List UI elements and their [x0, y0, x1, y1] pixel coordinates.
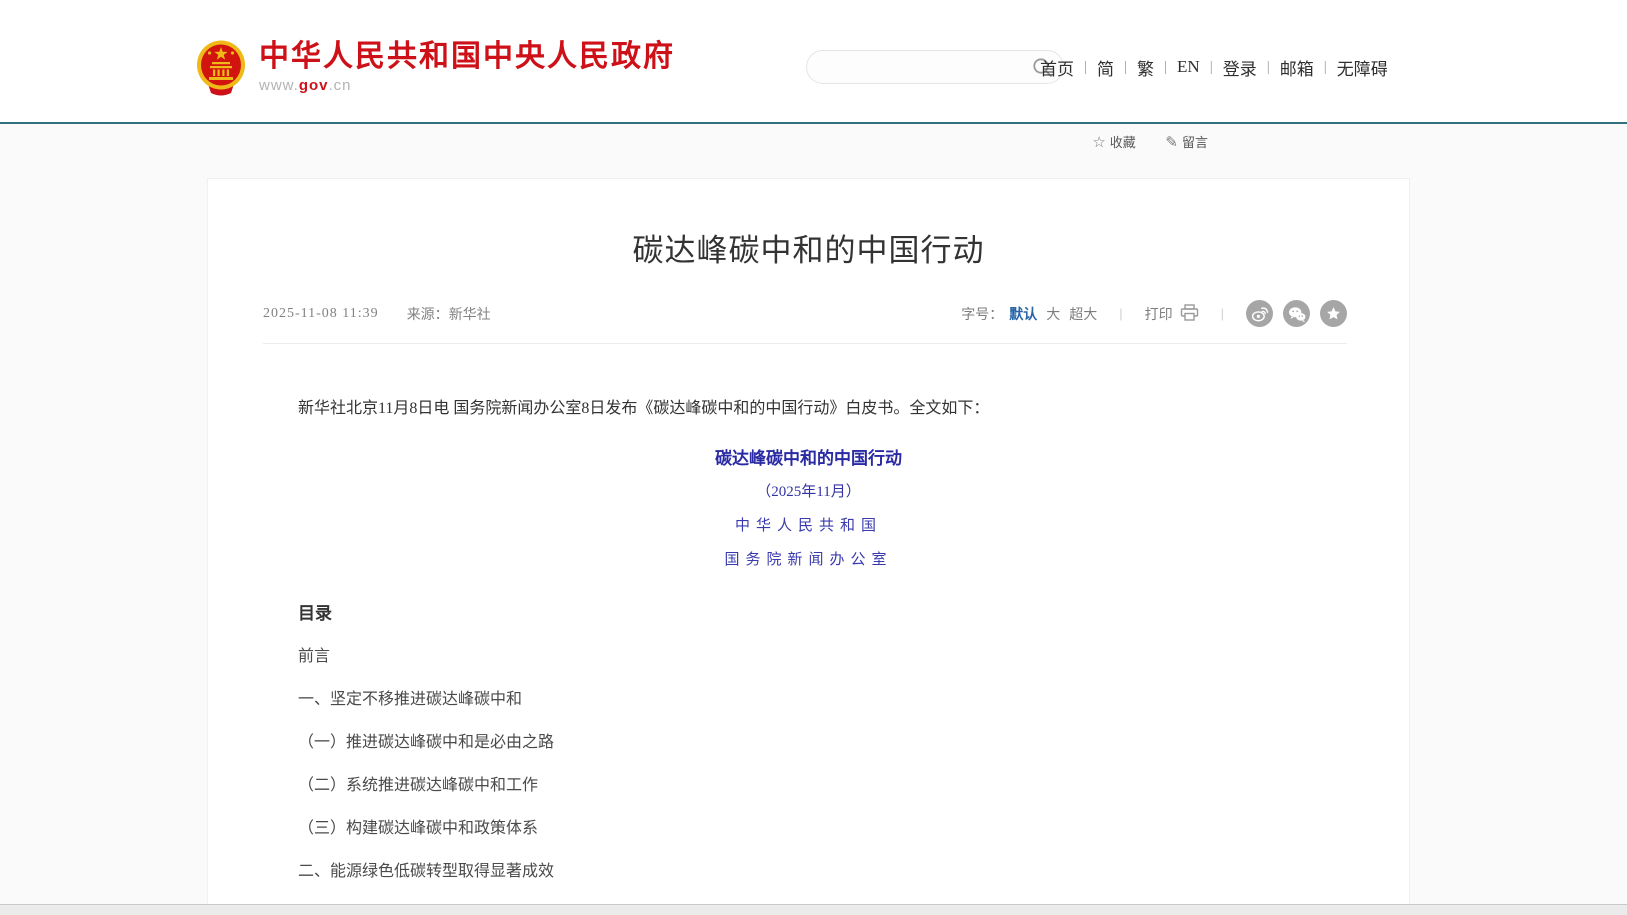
toc-title: 目录 [298, 599, 1319, 624]
nav-login[interactable]: 登录 [1223, 55, 1257, 80]
site-title: 中华人民共和国中央人民政府 [259, 40, 675, 74]
toc-item: （三）构建碳达峰碳中和政策体系 [298, 818, 1319, 839]
nav-separator: | [1164, 59, 1167, 76]
toc-item: 前言 [298, 646, 1319, 667]
tools-separator: | [1221, 306, 1224, 321]
nav-mail[interactable]: 邮箱 [1280, 55, 1314, 80]
national-emblem-icon [196, 40, 246, 101]
comment-button[interactable]: ✎留言 [1165, 135, 1208, 150]
publish-date: 2025-11-08 11:39 [263, 306, 379, 322]
article-tools: 字号： 默认 大 超大 | 打印 | [961, 300, 1347, 327]
star-outline-icon: ☆ [1092, 134, 1105, 151]
nav-separator: | [1124, 59, 1127, 76]
toc-item: 二、能源绿色低碳转型取得显著成效 [298, 861, 1319, 882]
toc-item: （一）推进碳达峰碳中和是必由之路 [298, 732, 1319, 753]
document-title: 碳达峰碳中和的中国行动 [298, 444, 1319, 469]
site-url: www.gov.cn [259, 77, 675, 94]
nav-simplified[interactable]: 简 [1097, 55, 1114, 80]
document-org-line2: 国务院新闻办公室 [298, 548, 1319, 569]
font-size-large-button[interactable]: 大 [1046, 304, 1060, 324]
viewport-bottom-strip [0, 904, 1627, 915]
printer-icon [1173, 304, 1199, 324]
weibo-share-icon[interactable] [1246, 300, 1273, 327]
nav-home[interactable]: 首页 [1040, 55, 1074, 80]
gov-cn-page: 中华人民共和国中央人民政府 www.gov.cn 首页 | 简 | 繁 | EN… [0, 0, 1627, 915]
page-actions: ☆收藏 ✎留言 [0, 132, 1208, 151]
nav-separator: | [1084, 59, 1087, 76]
nav-accessibility[interactable]: 无障碍 [1337, 55, 1388, 80]
site-logo[interactable]: 中华人民共和国中央人民政府 www.gov.cn [196, 40, 675, 101]
pencil-icon: ✎ [1165, 134, 1178, 151]
article-card: 碳达峰碳中和的中国行动 2025-11-08 11:39 来源：新华社 字号： … [207, 178, 1410, 915]
toc-item: （二）系统推进碳达峰碳中和工作 [298, 775, 1319, 796]
nav-separator: | [1267, 59, 1270, 76]
nav-traditional[interactable]: 繁 [1137, 55, 1154, 80]
document-heading: 碳达峰碳中和的中国行动 （2025年11月） 中华人民共和国 国务院新闻办公室 [298, 444, 1319, 569]
source-value: 新华社 [449, 308, 491, 323]
nav-separator: | [1210, 59, 1213, 76]
toc-item: 一、坚定不移推进碳达峰碳中和 [298, 689, 1319, 710]
site-text: 中华人民共和国中央人民政府 www.gov.cn [259, 40, 675, 94]
lead-paragraph: 新华社北京11月8日电 国务院新闻办公室8日发布《碳达峰碳中和的中国行动》白皮书… [298, 398, 1319, 420]
font-size-xlarge-button[interactable]: 超大 [1069, 304, 1097, 324]
search-input[interactable] [823, 54, 1023, 80]
source: 来源：新华社 [407, 304, 491, 324]
article-meta-bar: 2025-11-08 11:39 来源：新华社 字号： 默认 大 超大 | 打印 [263, 300, 1347, 344]
star-share-icon[interactable] [1320, 300, 1347, 327]
share-group [1246, 300, 1347, 327]
document-org-line1: 中华人民共和国 [298, 514, 1319, 535]
favorite-button[interactable]: ☆收藏 [1092, 135, 1135, 150]
article-title: 碳达峰碳中和的中国行动 [208, 225, 1409, 270]
nav-english[interactable]: EN [1177, 57, 1200, 77]
font-size-label: 字号： [961, 304, 1003, 324]
top-navigation: 首页 | 简 | 繁 | EN | 登录 | 邮箱 | 无障碍 [1040, 52, 1388, 82]
print-button[interactable]: 打印 [1145, 304, 1199, 324]
tools-separator: | [1119, 306, 1122, 321]
site-header: 中华人民共和国中央人民政府 www.gov.cn 首页 | 简 | 繁 | EN… [0, 0, 1627, 124]
wechat-share-icon[interactable] [1283, 300, 1310, 327]
nav-separator: | [1324, 59, 1327, 76]
search-box [806, 50, 1064, 84]
document-date: （2025年11月） [298, 480, 1319, 501]
font-size-default-button[interactable]: 默认 [1009, 304, 1037, 324]
article-body: 新华社北京11月8日电 国务院新闻办公室8日发布《碳达峰碳中和的中国行动》白皮书… [298, 398, 1319, 915]
